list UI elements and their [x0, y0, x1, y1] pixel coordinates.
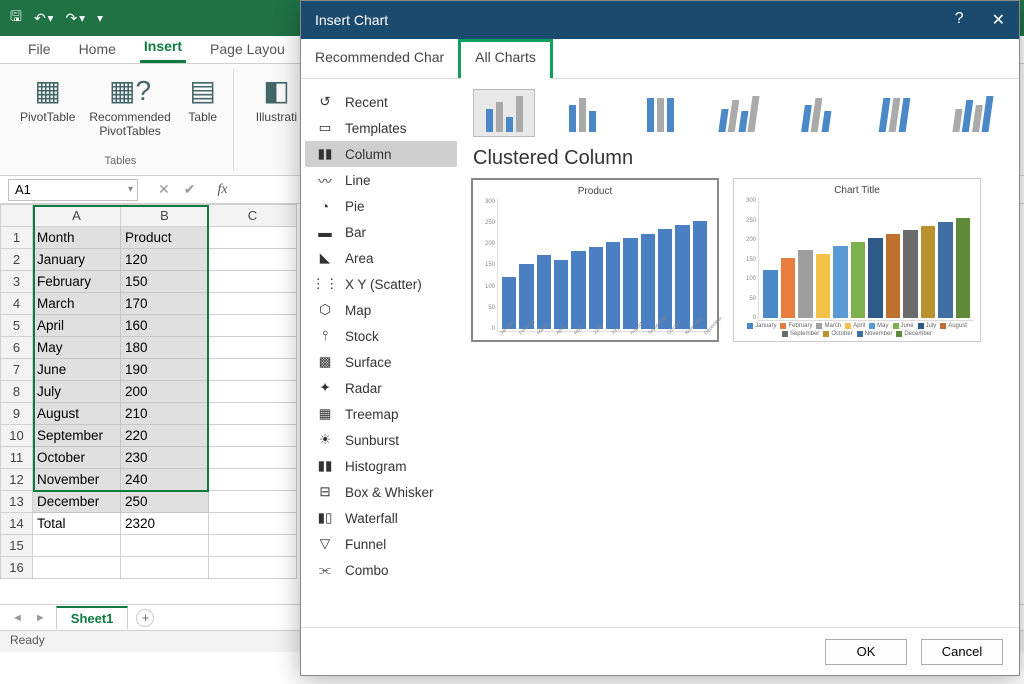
category-icon: ▮▮ — [315, 458, 335, 474]
category-treemap[interactable]: ▦Treemap — [305, 401, 457, 427]
chart-preview-1[interactable]: Product 300250200150100500 JanuaryFebrua… — [471, 178, 719, 342]
redo-icon[interactable]: ↷ ▾ — [66, 10, 86, 27]
pivottable-icon: ▦ — [30, 72, 66, 108]
category-icon: ⫘ — [315, 562, 335, 578]
tab-recommended-charts[interactable]: Recommended Char — [301, 39, 458, 78]
category-funnel[interactable]: ▽Funnel — [305, 531, 457, 557]
category-icon: ▮▯ — [315, 510, 335, 526]
subtype-3d-clustered-column[interactable] — [707, 89, 769, 137]
category-icon: ▭ — [315, 120, 335, 136]
category-recent[interactable]: ↺Recent — [305, 89, 457, 115]
name-box[interactable]: A1 — [8, 179, 138, 201]
sheet-nav-next[interactable]: ► — [33, 612, 48, 624]
dialog-tabs: Recommended Char All Charts — [301, 39, 1019, 79]
category-icon: 〰 — [315, 172, 335, 188]
dialog-titlebar[interactable]: Insert Chart ? ✕ — [301, 1, 1019, 39]
category-radar[interactable]: ✦Radar — [305, 375, 457, 401]
category-icon: ▩ — [315, 354, 335, 370]
category-icon: ◣ — [315, 250, 335, 266]
tab-page-layout[interactable]: Page Layou — [206, 37, 289, 63]
subtype-3d-stacked-column[interactable] — [785, 89, 847, 137]
category-histogram[interactable]: ▮▮Histogram — [305, 453, 457, 479]
illustrations-button[interactable]: ◧ Illustrati — [252, 70, 301, 126]
enter-formula-icon[interactable]: ✔ — [184, 181, 196, 198]
table-icon: ▤ — [185, 72, 221, 108]
chart-preview-2[interactable]: Chart Title 300250200150100500 JanuaryFe… — [733, 178, 981, 342]
table-label: Table — [188, 110, 217, 124]
recommended-pivottables-label: Recommended PivotTables — [89, 110, 170, 138]
subtype-3d-100-stacked-column[interactable] — [863, 89, 925, 137]
pivottable-button[interactable]: ▦ PivotTable — [16, 70, 79, 140]
ok-button[interactable]: OK — [825, 639, 907, 665]
category-combo[interactable]: ⫘Combo — [305, 557, 457, 583]
category-icon: ▽ — [315, 536, 335, 552]
illustrations-label: Illustrati — [256, 110, 297, 124]
category-icon: ▬ — [315, 224, 335, 240]
dialog-help-icon[interactable]: ? — [955, 10, 964, 30]
dialog-close-icon[interactable]: ✕ — [992, 10, 1005, 30]
category-icon: ↺ — [315, 94, 335, 110]
preview-2-chart — [758, 198, 974, 321]
category-pie[interactable]: ◔Pie — [305, 193, 457, 219]
category-stock[interactable]: ⫯Stock — [305, 323, 457, 349]
category-surface[interactable]: ▩Surface — [305, 349, 457, 375]
preview-1-chart — [497, 199, 711, 332]
insert-chart-dialog: Insert Chart ? ✕ Recommended Char All Ch… — [300, 0, 1020, 676]
category-area[interactable]: ◣Area — [305, 245, 457, 271]
sheet-tab-1[interactable]: Sheet1 — [56, 606, 129, 629]
sheet-nav-prev[interactable]: ◄ — [10, 612, 25, 624]
tab-all-charts[interactable]: All Charts — [458, 39, 553, 78]
category-box-whisker[interactable]: ⊟Box & Whisker — [305, 479, 457, 505]
subtype-clustered-column[interactable] — [473, 89, 535, 137]
category-icon: ▦ — [315, 406, 335, 422]
tab-home[interactable]: Home — [75, 37, 120, 63]
chart-category-list: ↺Recent▭Templates▮▮Column〰Line◔Pie▬Bar◣A… — [301, 79, 461, 627]
category-bar[interactable]: ▬Bar — [305, 219, 457, 245]
category-column[interactable]: ▮▮Column — [305, 141, 457, 167]
fx-icon[interactable]: fx — [217, 182, 227, 198]
dialog-title: Insert Chart — [315, 12, 388, 28]
category-icon: ▮▮ — [315, 146, 335, 162]
category-icon: ⫯ — [315, 328, 335, 344]
cancel-formula-icon[interactable]: ✕ — [158, 181, 170, 198]
category-templates[interactable]: ▭Templates — [305, 115, 457, 141]
undo-icon[interactable]: ↶ ▾ — [34, 10, 54, 27]
category-icon: ⋮⋮ — [315, 276, 335, 292]
category-line[interactable]: 〰Line — [305, 167, 457, 193]
subtype-100-stacked-column[interactable] — [629, 89, 691, 137]
subtype-3d-column[interactable] — [941, 89, 1003, 137]
cancel-button[interactable]: Cancel — [921, 639, 1003, 665]
group-tables-label: Tables — [104, 155, 136, 167]
category-icon: ☀ — [315, 432, 335, 448]
recommended-pivottables-icon: ▦? — [112, 72, 148, 108]
category-icon: ◔ — [315, 198, 335, 214]
pivottable-label: PivotTable — [20, 110, 75, 124]
chart-type-heading: Clustered Column — [473, 147, 1005, 170]
illustrations-icon: ◧ — [258, 72, 294, 108]
category-icon: ✦ — [315, 380, 335, 396]
tab-file[interactable]: File — [24, 37, 55, 63]
save-icon[interactable]: 🖫 — [10, 6, 22, 30]
dialog-footer: OK Cancel — [301, 627, 1019, 675]
preview-1-title: Product — [479, 186, 711, 197]
category-icon: ⊟ — [315, 484, 335, 500]
new-sheet-button[interactable]: + — [136, 609, 154, 627]
category-sunburst[interactable]: ☀Sunburst — [305, 427, 457, 453]
chart-subtype-row — [471, 85, 1005, 147]
category-icon: ⬡ — [315, 302, 335, 318]
category-x-y-scatter-[interactable]: ⋮⋮X Y (Scatter) — [305, 271, 457, 297]
category-waterfall[interactable]: ▮▯Waterfall — [305, 505, 457, 531]
tab-insert[interactable]: Insert — [140, 34, 186, 63]
preview-2-title: Chart Title — [740, 185, 974, 196]
category-map[interactable]: ⬡Map — [305, 297, 457, 323]
subtype-stacked-column[interactable] — [551, 89, 613, 137]
table-button[interactable]: ▤ Table — [181, 70, 225, 140]
qat-customize-icon[interactable]: ▾ — [97, 11, 103, 25]
recommended-pivottables-button[interactable]: ▦? Recommended PivotTables — [85, 70, 174, 140]
